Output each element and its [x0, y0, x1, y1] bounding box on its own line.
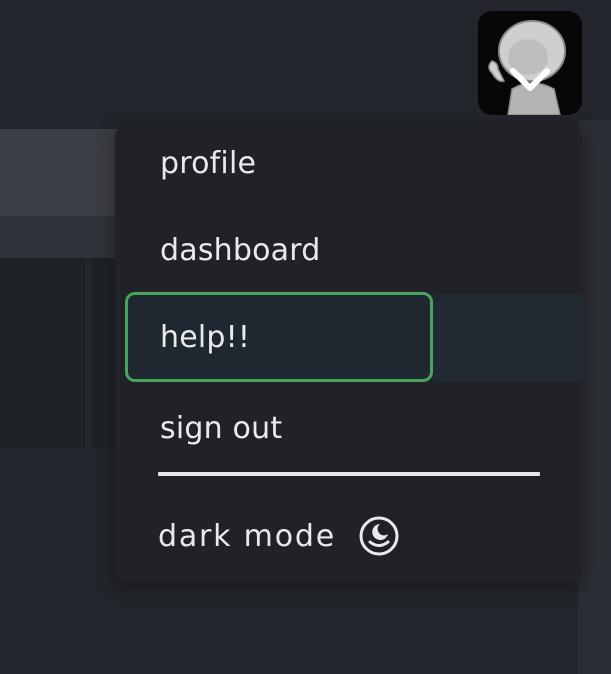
content-right-edge — [578, 120, 611, 674]
content-panel-divider — [85, 258, 91, 448]
menu-item-dashboard[interactable]: dashboard — [125, 205, 433, 295]
account-dropdown-menu: profile dashboard help!! sign out dark m… — [115, 126, 582, 582]
menu-item-label: sign out — [160, 410, 283, 446]
dark-mode-label: dark mode — [158, 518, 336, 554]
dark-mode-toggle[interactable]: dark mode — [158, 508, 400, 564]
account-menu-button[interactable] — [478, 11, 582, 115]
menu-divider — [158, 472, 540, 476]
menu-item-label: help!! — [160, 319, 251, 355]
menu-item-label: dashboard — [160, 232, 321, 268]
menu-hover-highlight — [433, 294, 582, 382]
user-avatar-icon — [488, 20, 566, 115]
moon-clock-icon — [359, 516, 399, 556]
menu-item-help[interactable]: help!! — [125, 292, 433, 382]
menu-item-sign-out[interactable]: sign out — [125, 383, 433, 473]
menu-item-profile[interactable]: profile — [125, 118, 433, 208]
menu-item-label: profile — [160, 145, 257, 181]
